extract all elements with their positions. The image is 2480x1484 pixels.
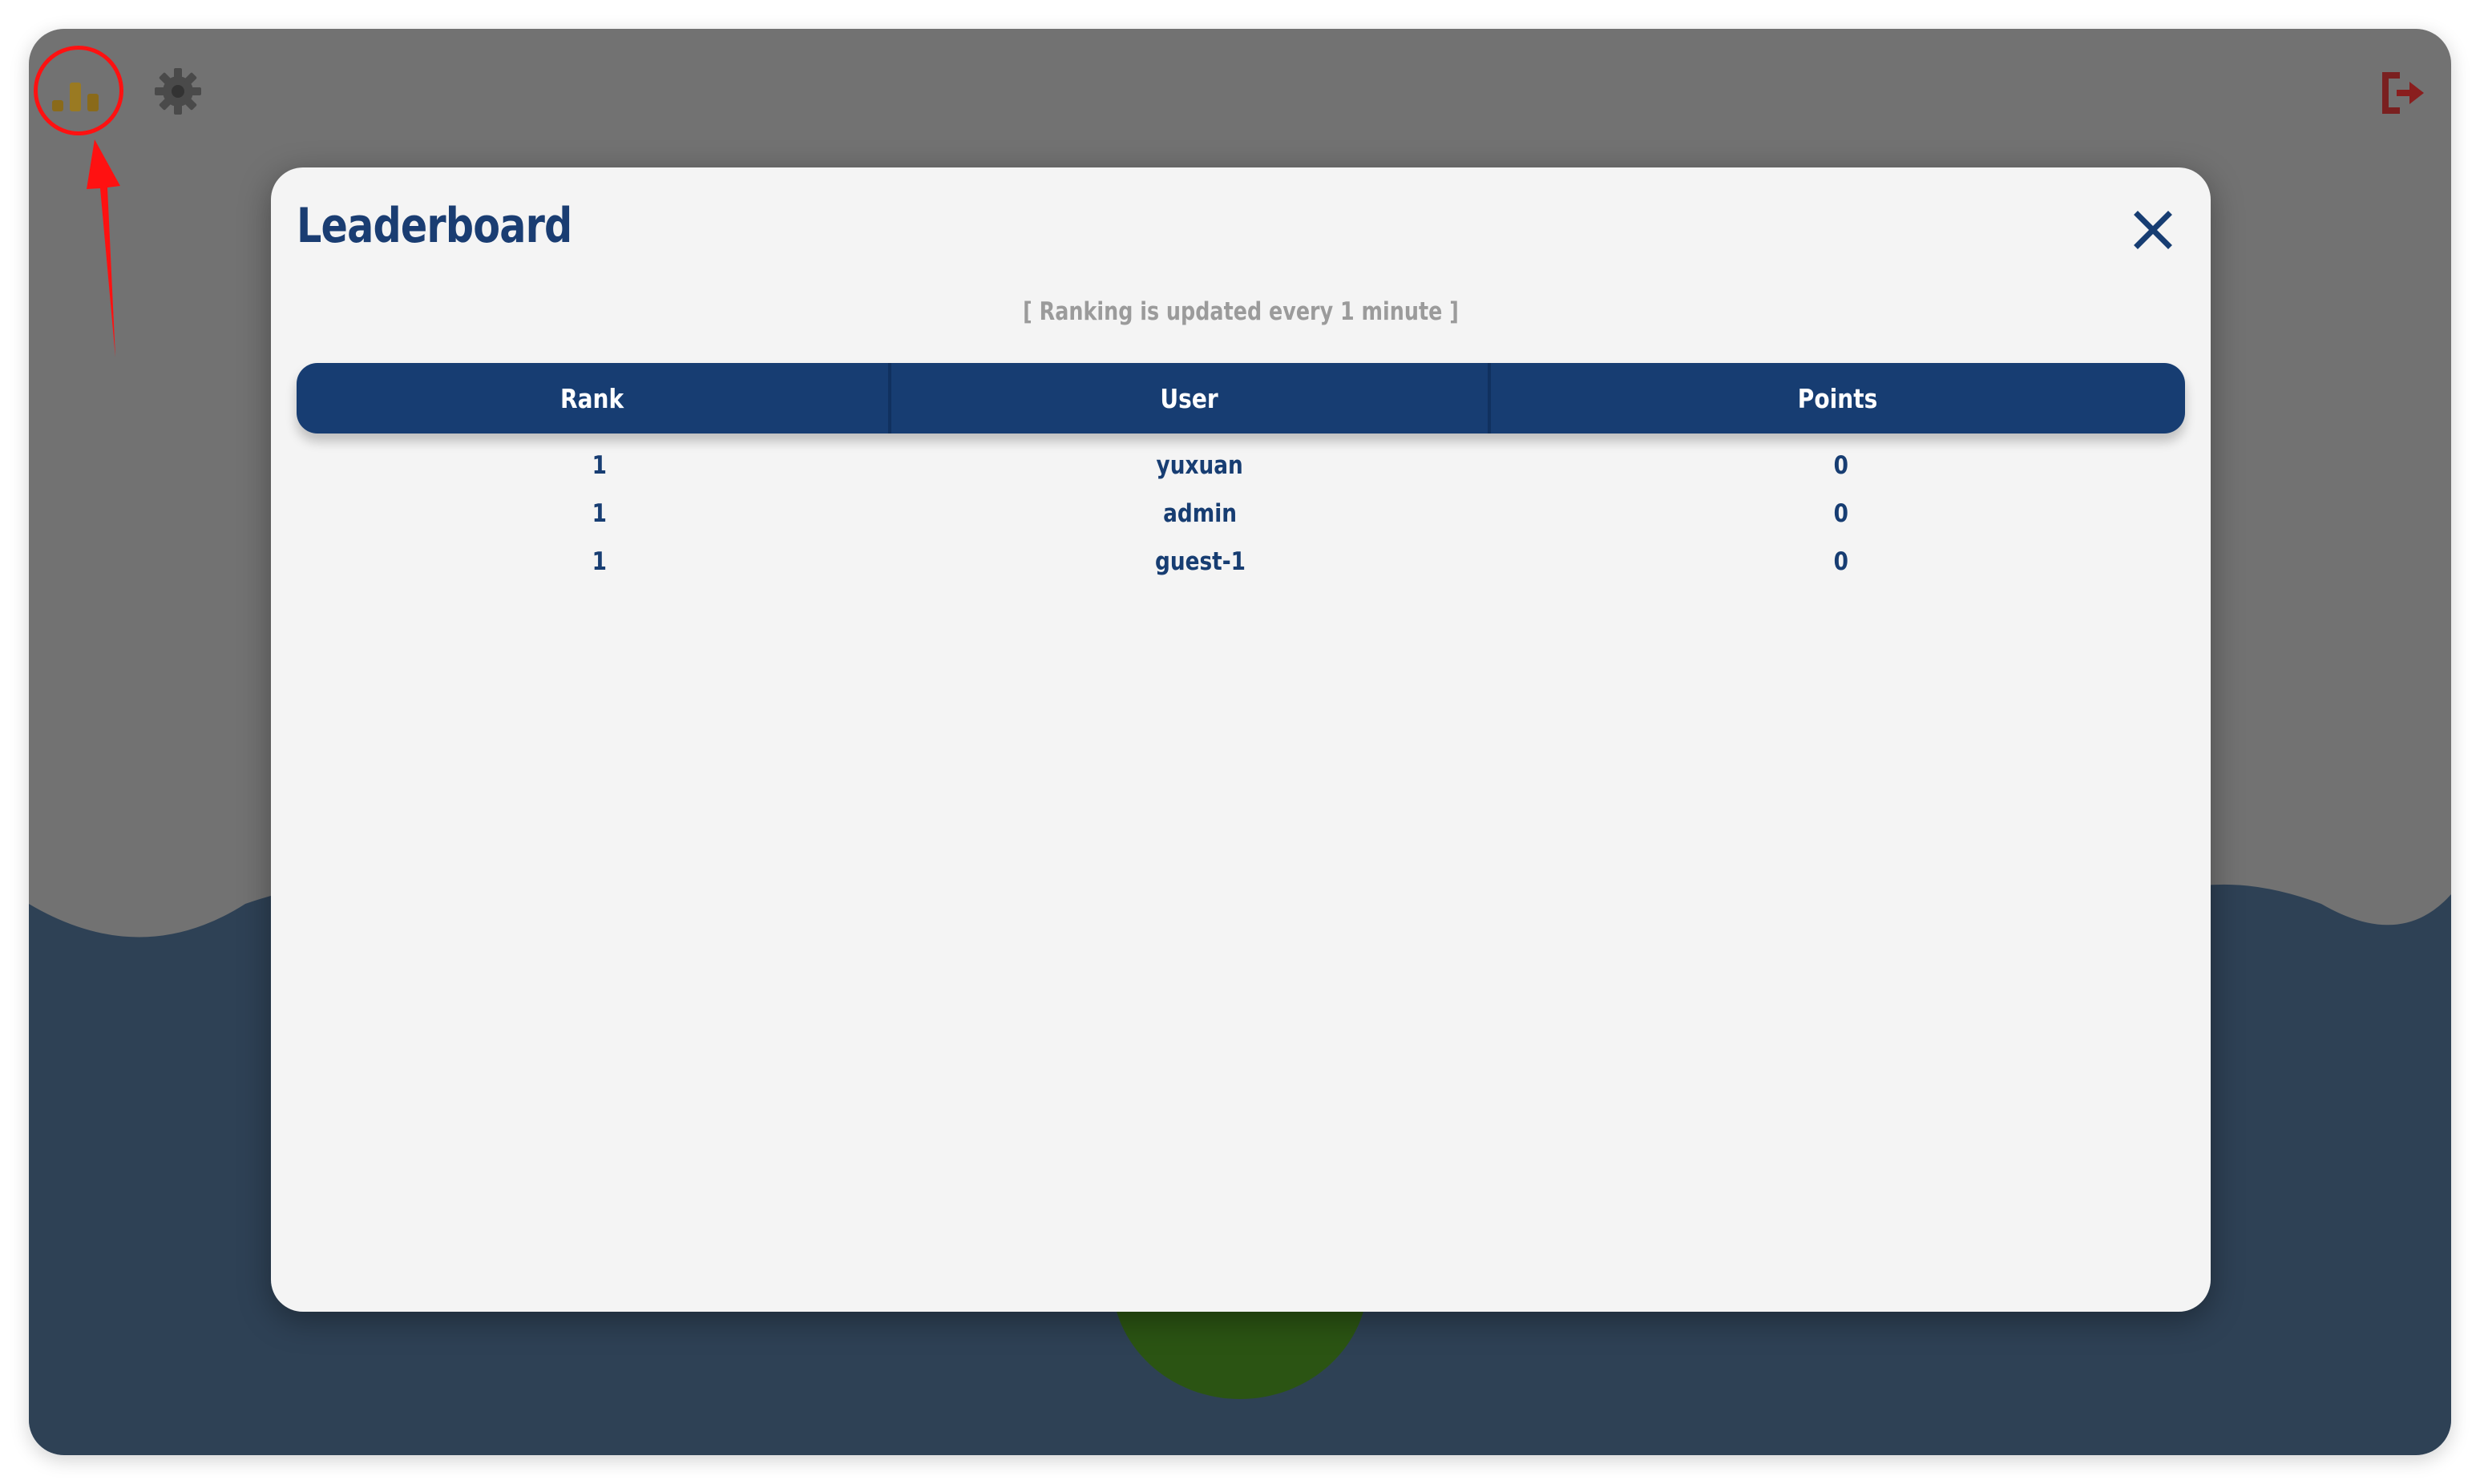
rank-cell: 1 [592, 547, 608, 576]
modal-title: Leaderboard [297, 198, 572, 254]
rank-cell: 1 [592, 451, 608, 480]
gear-icon [155, 68, 201, 115]
column-header-user: User [891, 363, 1491, 434]
ranking-update-note: [ Ranking is updated every 1 minute ] [1023, 297, 1459, 326]
leaderboard-rows: 1 yuxuan 0 1 admin 0 1 guest-1 0 [297, 442, 2185, 586]
points-cell: 0 [1833, 451, 1849, 480]
leaderboard-modal: Leaderboard [ Ranking is updated every 1… [271, 167, 2211, 1312]
settings-button[interactable] [147, 61, 208, 122]
logout-icon [2382, 72, 2424, 114]
column-header-points: Points [1798, 382, 1878, 414]
user-cell: admin [1163, 499, 1237, 528]
points-cell: 0 [1833, 499, 1849, 528]
logout-button[interactable] [2373, 64, 2430, 122]
user-cell: guest-1 [1154, 547, 1246, 576]
rank-cell: 1 [592, 499, 608, 528]
table-row: 1 guest-1 0 [297, 538, 2185, 586]
column-header-rank: Rank [297, 363, 891, 434]
table-row: 1 yuxuan 0 [297, 442, 2185, 490]
table-row: 1 admin 0 [297, 490, 2185, 538]
user-cell: yuxuan [1156, 451, 1244, 480]
points-cell: 0 [1833, 547, 1849, 576]
leaderboard-table-header: Rank User Points [297, 363, 2185, 434]
close-button[interactable] [2127, 204, 2179, 256]
annotation-circle [34, 46, 123, 135]
close-icon [2134, 211, 2172, 249]
